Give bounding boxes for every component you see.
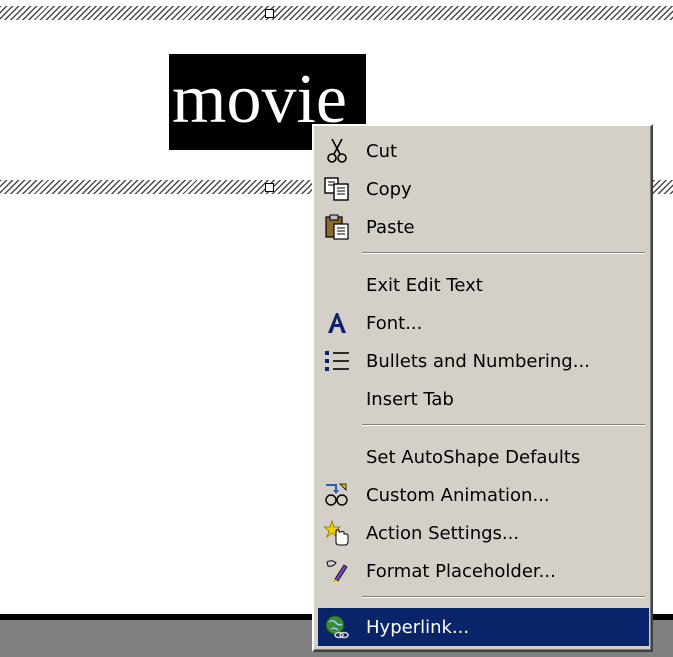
- font-icon: [318, 304, 356, 342]
- resize-handle-top[interactable]: [265, 9, 274, 18]
- menu-item-set-autoshape-defaults[interactable]: Set AutoShape Defaults: [318, 438, 649, 476]
- menu-item-copy-label: Copy: [366, 178, 412, 200]
- menu-item-cut[interactable]: Cut: [318, 132, 649, 170]
- context-menu: Cut Copy Paste Exit Edit Text Font... Bu…: [312, 124, 653, 652]
- menu-item-hyperlink-label: Hyperlink...: [366, 616, 470, 638]
- menu-item-cut-label: Cut: [366, 140, 398, 162]
- menu-item-insert-tab-label: Insert Tab: [366, 388, 454, 410]
- bullets-icon: [318, 342, 356, 380]
- menu-item-hyperlink[interactable]: Hyperlink...: [318, 608, 649, 646]
- menu-item-copy[interactable]: Copy: [318, 170, 649, 208]
- menu-item-font[interactable]: Font...: [318, 304, 649, 342]
- menu-separator: [362, 424, 645, 426]
- menu-item-custom-animation[interactable]: Custom Animation...: [318, 476, 649, 514]
- menu-item-set-autoshape-defaults-label: Set AutoShape Defaults: [366, 446, 581, 468]
- action-settings-icon: [318, 514, 356, 552]
- menu-separator: [362, 252, 645, 254]
- copy-icon: [318, 170, 356, 208]
- menu-item-font-label: Font...: [366, 312, 423, 334]
- menu-item-bullets-and-numbering[interactable]: Bullets and Numbering...: [318, 342, 649, 380]
- menu-item-paste[interactable]: Paste: [318, 208, 649, 246]
- format-placeholder-icon: [318, 552, 356, 590]
- textbox-border-top[interactable]: [0, 6, 673, 20]
- menu-item-action-settings[interactable]: Action Settings...: [318, 514, 649, 552]
- menu-separator: [362, 596, 645, 598]
- menu-item-insert-tab[interactable]: Insert Tab: [318, 380, 649, 418]
- menu-item-action-settings-label: Action Settings...: [366, 522, 520, 544]
- menu-item-format-placeholder-label: Format Placeholder...: [366, 560, 556, 582]
- menu-item-bullets-and-numbering-label: Bullets and Numbering...: [366, 350, 590, 372]
- menu-item-exit-edit-text[interactable]: Exit Edit Text: [318, 266, 649, 304]
- menu-item-paste-label: Paste: [366, 216, 415, 238]
- scissors-icon: [318, 132, 356, 170]
- menu-item-format-placeholder[interactable]: Format Placeholder...: [318, 552, 649, 590]
- resize-handle-bottom[interactable]: [265, 183, 274, 192]
- hyperlink-icon: [318, 608, 356, 646]
- menu-item-exit-edit-text-label: Exit Edit Text: [366, 274, 483, 296]
- paste-icon: [318, 208, 356, 246]
- custom-animation-icon: [318, 476, 356, 514]
- menu-item-custom-animation-label: Custom Animation...: [366, 484, 550, 506]
